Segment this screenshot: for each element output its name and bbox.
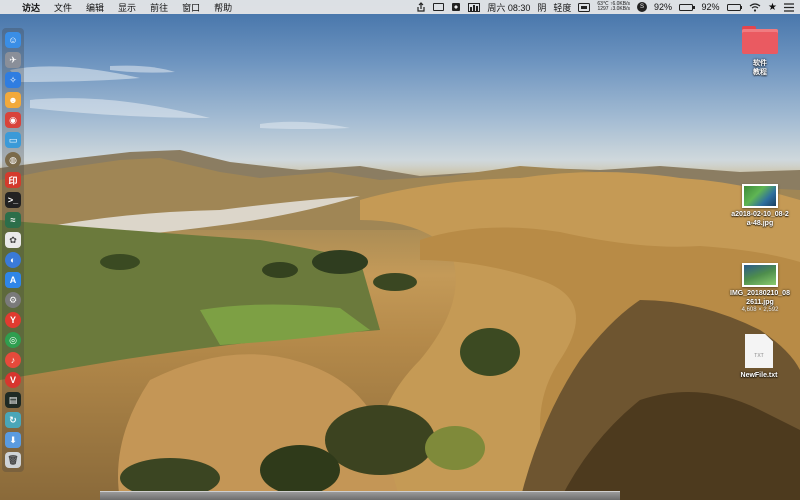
air-quality-text[interactable]: 轻度 <box>553 1 571 14</box>
battery-icon-2[interactable] <box>726 3 743 11</box>
folder-icon <box>742 26 778 54</box>
finder-icon[interactable]: ☺ <box>5 32 21 48</box>
desktop-text-file[interactable]: TXT NewFile.txt <box>726 334 792 381</box>
network-monitor-icon[interactable] <box>468 2 481 12</box>
window-edge[interactable] <box>100 491 620 500</box>
desktop-folder[interactable]: 软件 教程 <box>735 26 785 77</box>
image2-name-line2: 2611.jpg <box>746 298 774 306</box>
image-thumbnail-icon <box>742 184 778 208</box>
menu-go[interactable]: 前往 <box>150 1 168 14</box>
activity-monitor-icon[interactable]: ≈ <box>5 212 21 228</box>
terminal-icon[interactable]: >_ <box>5 192 21 208</box>
menu-view[interactable]: 显示 <box>118 1 136 14</box>
display-icon[interactable] <box>433 3 445 11</box>
yandex-browser-icon[interactable]: Y <box>5 312 21 328</box>
menu-window[interactable]: 窗口 <box>182 1 200 14</box>
wifi-icon[interactable] <box>749 2 761 12</box>
text-file-name: NewFile.txt <box>740 372 778 379</box>
menu-bar-right: 周六 08:30 阴 轻度 63℃ ↑6.0KB/s 1297 ↓3.0KB/s… <box>409 0 794 14</box>
share-icon[interactable] <box>416 2 426 12</box>
menu-help[interactable]: 帮助 <box>214 1 232 14</box>
net-up-text: 1297 ↓3.0KB/s <box>597 6 630 12</box>
battery-icon[interactable] <box>679 3 695 11</box>
image2-dimensions: 4,608 × 2,592 <box>741 307 779 313</box>
app-red-icon[interactable]: ◉ <box>5 112 21 128</box>
sync-app-icon[interactable]: ↻ <box>5 412 21 428</box>
desktop-image-file-1[interactable]: a2018-02-10_08-2 a-48.jpg <box>720 184 800 228</box>
image-thumbnail-icon <box>742 263 778 287</box>
menu-file[interactable]: 文件 <box>54 1 72 14</box>
trash-icon[interactable]: 🗑 <box>5 452 21 468</box>
chrome-icon[interactable]: ◎ <box>5 332 21 348</box>
image2-name-line1: IMG_20180210_08 <box>730 290 790 297</box>
net-speed-widget[interactable]: 63℃ ↑6.0KB/s 1297 ↓3.0KB/s <box>597 1 630 13</box>
sync-status-icon[interactable]: S <box>637 2 647 12</box>
image1-name-line1: a2018-02-10_08-2 <box>731 211 789 218</box>
contacts-icon[interactable]: ☻ <box>5 92 21 108</box>
folder-label-line1: 软件 <box>753 60 767 67</box>
star-icon[interactable]: ★ <box>768 2 777 13</box>
text-file-icon: TXT <box>745 334 773 368</box>
desktop-image-file-2[interactable]: IMG_20180210_08 2611.jpg 4,608 × 2,592 <box>720 263 800 314</box>
globe-icon[interactable]: ◍ <box>5 152 21 168</box>
weather-text[interactable]: 阴 <box>537 1 546 14</box>
hardware-monitor-icon[interactable] <box>578 2 591 12</box>
music-app-icon[interactable]: ♪ <box>5 352 21 368</box>
landscape-illustration <box>0 65 800 500</box>
dark-app-icon[interactable]: ▤ <box>5 392 21 408</box>
battery-percent-2[interactable]: 92% <box>702 2 720 12</box>
battery-percent-1[interactable]: 92% <box>654 2 672 12</box>
safari-icon[interactable]: ✧ <box>5 72 21 88</box>
menu-bar-left: 访达 文件 编辑 显示 前往 窗口 帮助 <box>8 0 246 14</box>
app-pinyin-icon[interactable]: 印 <box>5 172 21 188</box>
control-center-icon[interactable] <box>784 2 794 12</box>
preview-icon[interactable]: ▭ <box>5 132 21 148</box>
launchpad-icon[interactable]: ✈ <box>5 52 21 68</box>
dock: ☺ ✈ ✧ ☻ ◉ ▭ ◍ 印 >_ ≈ ✿ ◐ A ⚙ Y ◎ ♪ V ▤ ↻ ⬇ 🗑 <box>2 28 24 472</box>
downloads-folder-icon[interactable]: ⬇ <box>5 432 21 448</box>
image1-name-line2: a-48.jpg <box>746 219 774 227</box>
desktop-wallpaper <box>0 0 800 500</box>
menu-app-name[interactable]: 访达 <box>22 1 40 14</box>
vpn-icon[interactable] <box>451 2 461 12</box>
app-store-icon[interactable]: A <box>5 272 21 288</box>
menu-edit[interactable]: 编辑 <box>86 1 104 14</box>
photos-icon[interactable]: ✿ <box>5 232 21 248</box>
menu-bar: 访达 文件 编辑 显示 前往 窗口 帮助 周六 08:30 阴 轻度 63℃ ↑… <box>0 0 800 14</box>
clock-text[interactable]: 周六 08:30 <box>487 1 530 14</box>
system-preferences-icon[interactable]: ⚙ <box>5 292 21 308</box>
voice-icon[interactable]: ◐ <box>5 252 21 268</box>
folder-label-line2: 教程 <box>753 68 767 76</box>
vivaldi-icon[interactable]: V <box>5 372 21 388</box>
txt-badge: TXT <box>754 353 764 359</box>
